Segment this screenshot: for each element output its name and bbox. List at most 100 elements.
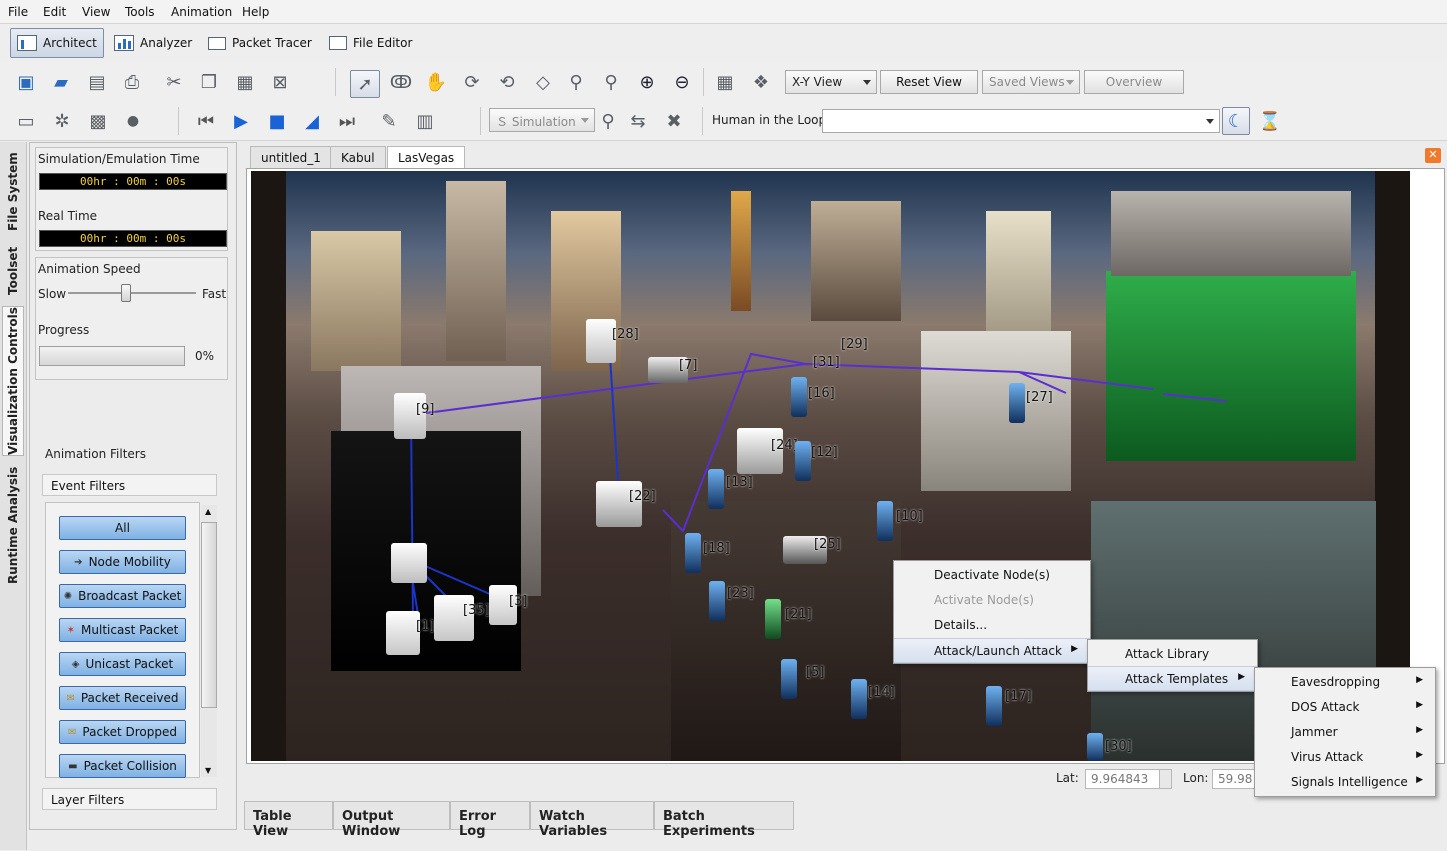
step-icon[interactable]: ◢ bbox=[300, 109, 324, 133]
menu-item-eavesdropping[interactable]: Eavesdropping ▶ bbox=[1255, 670, 1435, 695]
node-camera[interactable] bbox=[596, 481, 642, 527]
hil-connect-icon[interactable]: ☾ bbox=[1222, 107, 1250, 135]
tab-watch-variables[interactable]: Watch Variables bbox=[530, 801, 654, 839]
architect-mode-button[interactable]: Architect bbox=[10, 28, 104, 58]
node-phone[interactable] bbox=[1087, 733, 1103, 761]
record-icon[interactable]: ● bbox=[121, 109, 145, 133]
transfer-icon[interactable]: ⇆ bbox=[626, 109, 650, 133]
saved-views-select[interactable]: Saved Views bbox=[982, 70, 1080, 94]
filter-packet-dropped-button[interactable]: ✉ Packet Dropped bbox=[59, 720, 186, 744]
tab-batch-experiments[interactable]: Batch Experiments bbox=[654, 801, 794, 839]
pan-hand-icon[interactable]: ✋ bbox=[424, 70, 448, 94]
tab-file-system[interactable]: File System bbox=[2, 148, 24, 236]
settings-gear-icon[interactable]: ✲ bbox=[50, 109, 74, 133]
filter-all-button[interactable]: All bbox=[59, 516, 186, 540]
filters-scrollbar-thumb[interactable] bbox=[201, 522, 217, 708]
menu-item-details[interactable]: Details... bbox=[894, 613, 1090, 638]
node-phone[interactable] bbox=[708, 469, 724, 509]
tab-runtime-analysis[interactable]: Runtime Analysis bbox=[2, 462, 24, 588]
node-phone[interactable] bbox=[685, 533, 701, 573]
select-pointer-icon[interactable]: ➚ bbox=[350, 70, 380, 98]
menu-animation[interactable]: Animation bbox=[171, 5, 232, 19]
menu-item-jammer[interactable]: Jammer ▶ bbox=[1255, 720, 1435, 745]
node-phone[interactable] bbox=[877, 501, 893, 541]
menu-help[interactable]: Help bbox=[242, 5, 269, 19]
node-phone[interactable] bbox=[781, 659, 797, 699]
orbit-icon[interactable]: ⟲ bbox=[495, 70, 519, 94]
menu-tools[interactable]: Tools bbox=[125, 5, 155, 19]
filter-broadcast-packet-button[interactable]: ✺ Broadcast Packet bbox=[59, 584, 186, 608]
hil-timer-icon[interactable]: ⌛ bbox=[1258, 109, 1282, 133]
node-server[interactable] bbox=[386, 611, 420, 655]
tab-lasvegas[interactable]: LasVegas bbox=[387, 146, 466, 168]
node-phone[interactable] bbox=[795, 441, 811, 481]
grid-icon[interactable]: ▦ bbox=[713, 70, 737, 94]
tilt-icon[interactable]: ◇ bbox=[531, 70, 555, 94]
tools-icon[interactable]: ✖ bbox=[662, 109, 686, 133]
open-folder-icon[interactable]: ▰ bbox=[49, 70, 73, 94]
layer-filters-header[interactable]: Layer Filters bbox=[42, 788, 217, 810]
stats-chart-icon[interactable]: ▥ bbox=[413, 109, 437, 133]
search-node-icon[interactable]: ⚲ bbox=[596, 109, 620, 133]
new-scenario-icon[interactable]: ▣ bbox=[14, 70, 38, 94]
copy-icon[interactable]: ❐ bbox=[197, 70, 221, 94]
tab-visualization-controls[interactable]: Visualization Controls bbox=[2, 306, 24, 456]
menu-item-signals-intelligence[interactable]: Signals Intelligence ▶ bbox=[1255, 770, 1435, 795]
cut-icon[interactable]: ✂ bbox=[162, 70, 186, 94]
zoom-in-icon[interactable]: ⊕ bbox=[635, 70, 659, 94]
filter-packet-received-button[interactable]: ✉ Packet Received bbox=[59, 686, 186, 710]
node-phone[interactable] bbox=[1009, 383, 1025, 423]
menu-item-virus-attack[interactable]: Virus Attack ▶ bbox=[1255, 745, 1435, 770]
skip-back-icon[interactable]: ⏮ bbox=[194, 109, 218, 133]
menu-item-activate-node[interactable]: Activate Node(s) bbox=[894, 588, 1090, 613]
lasso-icon[interactable]: ↂ bbox=[389, 70, 413, 94]
menu-item-attack-library[interactable]: Attack Library bbox=[1088, 642, 1257, 667]
clapper-icon[interactable]: ▩ bbox=[86, 109, 110, 133]
node-server[interactable] bbox=[434, 595, 474, 641]
close-icon[interactable]: ✕ bbox=[1425, 148, 1441, 163]
node-phone[interactable] bbox=[986, 686, 1002, 726]
skip-forward-icon[interactable]: ⏭ bbox=[335, 109, 359, 133]
zoom-area-icon[interactable]: ⚲ bbox=[599, 70, 623, 94]
menu-view[interactable]: View bbox=[82, 5, 110, 19]
menu-item-deactivate-node[interactable]: Deactivate Node(s) bbox=[894, 563, 1090, 588]
file-editor-mode-button[interactable]: File Editor bbox=[323, 28, 418, 58]
packet-tracer-mode-button[interactable]: Packet Tracer bbox=[202, 28, 318, 58]
reset-view-button[interactable]: Reset View bbox=[880, 70, 978, 94]
scroll-down-icon[interactable]: ▼ bbox=[205, 766, 211, 775]
tab-output-window[interactable]: Output Window bbox=[333, 801, 450, 839]
print-icon[interactable]: ⎙ bbox=[120, 70, 144, 94]
node-server[interactable] bbox=[391, 543, 427, 583]
delete-icon[interactable]: ⊠ bbox=[268, 70, 292, 94]
paste-icon[interactable]: ▦ bbox=[233, 70, 257, 94]
event-filters-header[interactable]: Event Filters bbox=[42, 474, 217, 496]
node-phone[interactable] bbox=[709, 581, 725, 621]
tab-kabul[interactable]: Kabul bbox=[330, 146, 386, 168]
analyzer-mode-button[interactable]: Analyzer bbox=[108, 28, 198, 58]
lon-field[interactable]: 59.98 bbox=[1212, 769, 1257, 789]
tab-untitled-1[interactable]: untitled_1 bbox=[250, 146, 332, 168]
menu-item-attack-templates[interactable]: Attack Templates ▶ bbox=[1088, 666, 1257, 691]
node-phone[interactable] bbox=[765, 599, 781, 639]
filter-multicast-packet-button[interactable]: ✶ Multicast Packet bbox=[59, 618, 186, 642]
menu-item-dos-attack[interactable]: DOS Attack ▶ bbox=[1255, 695, 1435, 720]
simulation-select[interactable]: Ｓ Simulation bbox=[489, 108, 595, 132]
tab-toolset[interactable]: Toolset bbox=[2, 242, 24, 300]
lat-field[interactable]: 9.964843 bbox=[1085, 769, 1160, 789]
overview-button[interactable]: Overview bbox=[1084, 70, 1184, 94]
view-select[interactable]: X-Y View bbox=[785, 70, 877, 94]
menu-file[interactable]: File bbox=[8, 5, 28, 19]
speed-slider-thumb[interactable] bbox=[120, 284, 131, 302]
scenario-properties-icon[interactable]: ▭ bbox=[14, 109, 38, 133]
play-icon[interactable]: ▶ bbox=[229, 109, 253, 133]
node-phone[interactable] bbox=[851, 679, 867, 719]
node-phone[interactable] bbox=[791, 377, 807, 417]
menu-item-attack-launch[interactable]: Attack/Launch Attack ▶ bbox=[894, 638, 1090, 663]
filter-node-mobility-button[interactable]: ➔ Node Mobility bbox=[59, 550, 186, 574]
rotate-icon[interactable]: ⟳ bbox=[460, 70, 484, 94]
lat-spinner[interactable] bbox=[1159, 769, 1172, 789]
filter-packet-collision-button[interactable]: ▬ Packet Collision bbox=[59, 754, 186, 778]
human-in-loop-select[interactable] bbox=[822, 109, 1220, 133]
filter-unicast-packet-button[interactable]: ◈ Unicast Packet bbox=[59, 652, 186, 676]
save-icon[interactable]: ▤ bbox=[85, 70, 109, 94]
